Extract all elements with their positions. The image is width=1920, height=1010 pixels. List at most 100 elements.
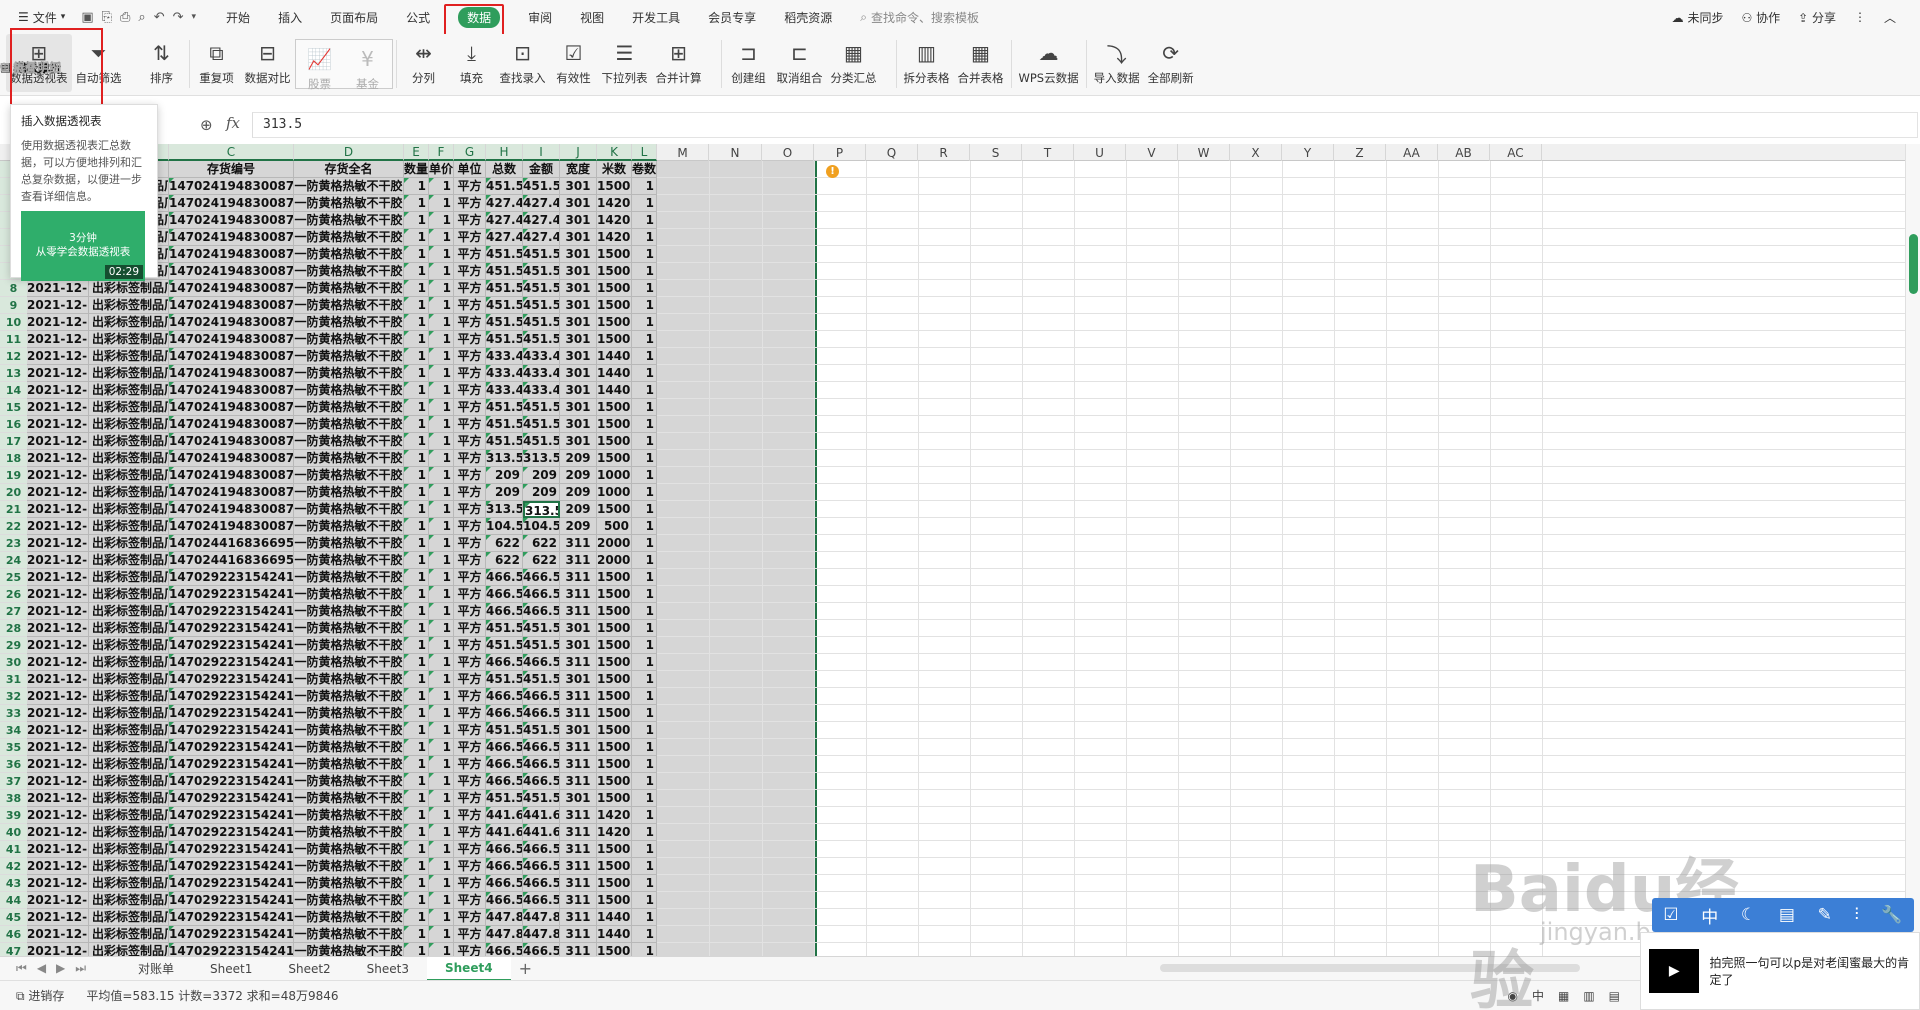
column-header-D[interactable]: D (294, 144, 404, 161)
cell[interactable]: 1500 (597, 331, 632, 348)
cell[interactable]: 466.5 (523, 569, 560, 586)
cell[interactable]: 2021-12-13 (27, 620, 89, 637)
cell[interactable]: 1 (632, 824, 657, 841)
cell[interactable]: 1 (632, 229, 657, 246)
cell[interactable]: 466.5 (486, 586, 523, 603)
cell[interactable]: 451.5 (523, 790, 560, 807)
cell[interactable]: 441.62 (486, 807, 523, 824)
row-number[interactable]: 42 (0, 858, 27, 875)
cell[interactable]: 1 (404, 739, 429, 756)
cell[interactable]: 466.5 (523, 603, 560, 620)
cell[interactable]: 2021-12-13 (27, 807, 89, 824)
cell[interactable]: 451.5 (523, 263, 560, 280)
cell[interactable]: 1 (632, 773, 657, 790)
cell[interactable]: 平方 (454, 637, 486, 654)
sheet-tab[interactable]: Sheet2 (270, 957, 348, 981)
cell[interactable]: 1470292231542415361 (169, 637, 294, 654)
column-header-O[interactable]: O (762, 144, 814, 161)
cell[interactable]: 一防黄格热敏不干胶 (294, 926, 404, 943)
cell[interactable]: 一防黄格热敏不干胶 (294, 654, 404, 671)
cell[interactable]: 1 (632, 909, 657, 926)
cell[interactable]: 1470292231542415361 (169, 705, 294, 722)
cell[interactable]: 1 (632, 263, 657, 280)
cell[interactable]: 2021-12-13 (27, 671, 89, 688)
customize-icon[interactable]: ▾ (192, 12, 197, 22)
cell[interactable]: 1 (404, 552, 429, 569)
cell[interactable]: 427.42 (486, 229, 523, 246)
cell[interactable]: 622 (523, 552, 560, 569)
cell[interactable]: 1470292231542415361 (169, 739, 294, 756)
cell[interactable]: 平方 (454, 535, 486, 552)
cell[interactable]: 平方 (454, 722, 486, 739)
column-header-M[interactable]: M (657, 144, 709, 161)
cell[interactable]: 451.5 (486, 314, 523, 331)
cell[interactable]: 451.5 (486, 722, 523, 739)
cell[interactable]: 451.5 (523, 331, 560, 348)
cell[interactable]: 平方 (454, 450, 486, 467)
cell[interactable]: 1 (429, 331, 454, 348)
cell[interactable]: 1 (404, 195, 429, 212)
cell[interactable]: 一防黄格热敏不干胶 (294, 637, 404, 654)
cell[interactable]: 1 (632, 790, 657, 807)
cell[interactable]: 1 (632, 331, 657, 348)
cell[interactable]: 平方 (454, 348, 486, 365)
cell[interactable]: 出彩标签制品厂 (89, 280, 169, 297)
cell[interactable]: 1 (632, 348, 657, 365)
cell[interactable]: 出彩标签制品厂 (89, 671, 169, 688)
cell[interactable]: 311 (560, 875, 597, 892)
cell[interactable]: 一防黄格热敏不干胶 (294, 246, 404, 263)
cell[interactable]: 一防黄格热敏不干胶 (294, 620, 404, 637)
cell[interactable]: 1440 (597, 382, 632, 399)
cell[interactable]: 一防黄格热敏不干胶 (294, 552, 404, 569)
cell[interactable]: 301 (560, 637, 597, 654)
cell[interactable]: 出彩标签制品厂 (89, 858, 169, 875)
last-sheet-icon[interactable]: ⏭ (75, 961, 86, 976)
cell[interactable]: 451.5 (523, 433, 560, 450)
cell[interactable]: 平方 (454, 926, 486, 943)
cell[interactable]: 447.84 (486, 909, 523, 926)
cell[interactable]: 301 (560, 620, 597, 637)
row-number[interactable]: 11 (0, 331, 27, 348)
cell[interactable]: 1 (404, 773, 429, 790)
cell[interactable]: 313.5 (486, 450, 523, 467)
cell[interactable]: 2021-12-13 (27, 416, 89, 433)
cell[interactable]: 466.5 (486, 603, 523, 620)
cell[interactable]: 1420 (597, 824, 632, 841)
page-break-icon[interactable]: ▤ (1609, 989, 1620, 1003)
cell[interactable]: 451.5 (486, 620, 523, 637)
cell[interactable]: 1 (429, 229, 454, 246)
cell[interactable]: 平方 (454, 246, 486, 263)
cell[interactable]: 出彩标签制品厂 (89, 314, 169, 331)
cell[interactable]: 209 (523, 467, 560, 484)
cell[interactable]: 一防黄格热敏不干胶 (294, 314, 404, 331)
cell[interactable]: 2021-12-13 (27, 450, 89, 467)
cell[interactable]: 1500 (597, 756, 632, 773)
cell[interactable]: 451.5 (486, 433, 523, 450)
cell[interactable]: 平方 (454, 705, 486, 722)
cell[interactable]: 451.5 (523, 280, 560, 297)
vertical-scrollbar[interactable] (1905, 144, 1920, 956)
cell[interactable]: 1440 (597, 348, 632, 365)
row-number[interactable]: 10 (0, 314, 27, 331)
cell[interactable]: 466.5 (523, 875, 560, 892)
cell[interactable]: 1 (429, 824, 454, 841)
cell[interactable]: 1470241948300877826 (169, 382, 294, 399)
cell[interactable]: 1470241948300877826 (169, 518, 294, 535)
cell[interactable]: 466.5 (486, 688, 523, 705)
cell[interactable]: 2021-12-13 (27, 586, 89, 603)
cell[interactable]: 1 (632, 246, 657, 263)
cell[interactable]: 平方 (454, 501, 486, 518)
cell[interactable]: 1 (429, 348, 454, 365)
cell[interactable]: 301 (560, 348, 597, 365)
cell[interactable]: 存货全名 (294, 161, 404, 178)
cell[interactable]: 466.5 (523, 858, 560, 875)
cell[interactable]: 1470292231542415361 (169, 807, 294, 824)
cell[interactable]: 1500 (597, 875, 632, 892)
cell[interactable]: 466.5 (486, 705, 523, 722)
cell[interactable]: 出彩标签制品厂 (89, 841, 169, 858)
cell[interactable]: 出彩标签制品厂 (89, 892, 169, 909)
cell[interactable]: 1 (404, 671, 429, 688)
cell[interactable]: 2021-12-13 (27, 841, 89, 858)
row-number[interactable]: 35 (0, 739, 27, 756)
autosave-status[interactable]: ⧉ 进销存 (16, 987, 64, 1004)
